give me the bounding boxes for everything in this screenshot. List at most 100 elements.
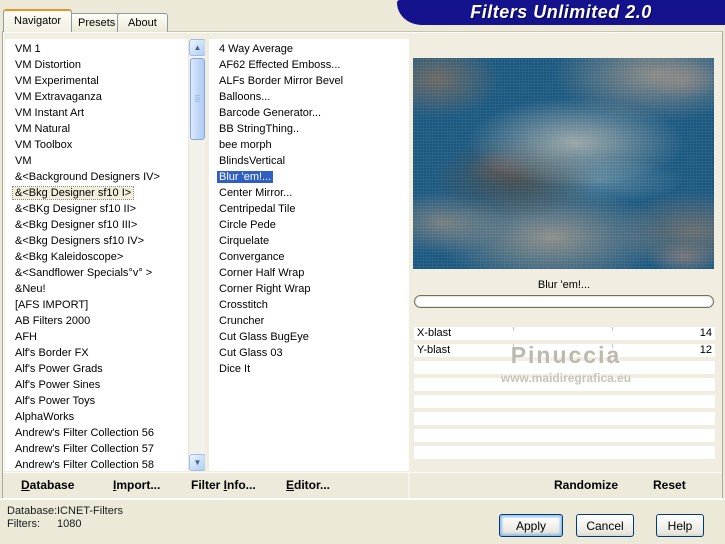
randomize-button[interactable]: Randomize xyxy=(554,478,618,492)
import-button[interactable]: Import... xyxy=(113,478,160,492)
list-item[interactable]: Cruncher xyxy=(209,313,409,329)
list-item[interactable]: Center Mirror... xyxy=(209,185,409,201)
list-item[interactable]: Andrew's Filter Collection 56 xyxy=(5,425,188,441)
category-list[interactable]: VM 1 VM Distortion VM Experimental VM Extra… xyxy=(5,39,188,471)
list-item[interactable]: Cut Glass 03 xyxy=(209,345,409,361)
list-item[interactable]: &<Bkg Designers sf10 IV> xyxy=(5,233,188,249)
tab-navigator[interactable]: Navigator xyxy=(3,9,73,32)
category-scrollbar[interactable]: ▲ ▼ xyxy=(188,39,205,471)
parameter-row[interactable] xyxy=(414,446,715,459)
parameter-list: X-blast 14 Y-blast 12 xyxy=(414,327,715,361)
parameter-row[interactable] xyxy=(414,378,715,391)
list-item[interactable]: Andrew's Filter Collection 58 xyxy=(5,457,188,471)
tab-about[interactable]: About xyxy=(117,13,168,32)
database-button[interactable]: Database xyxy=(21,478,74,492)
filter-preview-image xyxy=(413,58,714,269)
list-item[interactable]: Cirquelate xyxy=(209,233,409,249)
list-item-label: BB StringThing.. xyxy=(219,123,300,135)
filter-info-button[interactable]: Filter Info... xyxy=(191,478,256,492)
list-item[interactable]: &<Bkg Kaleidoscope> xyxy=(5,249,188,265)
list-item[interactable]: VM Instant Art xyxy=(5,105,188,121)
tab-presets-label: Presets xyxy=(78,17,116,29)
list-item[interactable]: Centripedal Tile xyxy=(209,201,409,217)
list-item[interactable]: Corner Half Wrap xyxy=(209,265,409,281)
list-item-label: Cruncher xyxy=(219,315,265,327)
parameter-row[interactable] xyxy=(414,395,715,408)
filter-list[interactable]: 4 Way Average AF62 Effected Emboss... ALFs… xyxy=(209,39,409,471)
apply-button[interactable]: Apply xyxy=(499,514,563,537)
list-item[interactable]: AF62 Effected Emboss... xyxy=(209,57,409,73)
list-item[interactable]: Andrew's Filter Collection 57 xyxy=(5,441,188,457)
list-item[interactable]: &Neu! xyxy=(5,281,188,297)
parameter-row[interactable] xyxy=(414,429,715,442)
parameter-row[interactable]: Y-blast 12 xyxy=(414,344,715,357)
list-item[interactable]: Dice It xyxy=(209,361,409,377)
list-item[interactable]: Alf's Power Sines xyxy=(5,377,188,393)
scroll-down-button[interactable]: ▼ xyxy=(189,454,205,471)
list-item[interactable]: VM Distortion xyxy=(5,57,188,73)
list-item[interactable]: Alf's Power Toys xyxy=(5,393,188,409)
list-item[interactable]: Convergance xyxy=(209,249,409,265)
list-item[interactable]: AFH xyxy=(5,329,188,345)
list-item-label: &<Bkg Kaleidoscope> xyxy=(15,251,124,263)
list-item[interactable]: VM xyxy=(5,153,188,169)
scrollbar-thumb[interactable] xyxy=(190,58,205,140)
status-bar: Database: ICNET-Filters Filters: 1080 Ap… xyxy=(0,499,725,544)
list-item[interactable]: &<Bkg Designer sf10 III> xyxy=(5,217,188,233)
list-item[interactable]: &<Sandflower Specials°v° > xyxy=(5,265,188,281)
list-item[interactable]: [AFS IMPORT] xyxy=(5,297,188,313)
list-item[interactable]: ALFs Border Mirror Bevel xyxy=(209,73,409,89)
list-item[interactable]: VM Toolbox xyxy=(5,137,188,153)
list-item[interactable]: Barcode Generator... xyxy=(209,105,409,121)
list-item[interactable]: Circle Pede xyxy=(209,217,409,233)
list-item[interactable]: bee morph xyxy=(209,137,409,153)
list-item[interactable]: Alf's Border FX xyxy=(5,345,188,361)
list-item-label: Alf's Power Sines xyxy=(15,379,101,391)
list-item[interactable]: BB StringThing.. xyxy=(209,121,409,137)
list-item[interactable]: VM 1 xyxy=(5,41,188,57)
list-item[interactable]: Blur 'em!... xyxy=(209,169,409,185)
list-item[interactable]: Cut Glass BugEye xyxy=(209,329,409,345)
cancel-button[interactable]: Cancel xyxy=(576,514,634,537)
list-item[interactable]: Corner Right Wrap xyxy=(209,281,409,297)
list-item[interactable]: &<Bkg Designer sf10 I> xyxy=(5,185,188,201)
parameter-row[interactable]: X-blast 14 xyxy=(414,327,715,340)
navigator-page: VM 1 VM Distortion VM Experimental VM Extra… xyxy=(2,31,723,498)
list-item-label: Alf's Border FX xyxy=(15,347,89,359)
list-item-label: &<Sandflower Specials°v° > xyxy=(15,267,153,279)
list-item[interactable]: 4 Way Average xyxy=(209,41,409,57)
list-item-label: &<Bkg Designer sf10 III> xyxy=(15,219,138,231)
reset-button[interactable]: Reset xyxy=(653,478,686,492)
list-item[interactable]: Alf's Power Grads xyxy=(5,361,188,377)
chevron-up-icon: ▲ xyxy=(193,43,202,52)
editor-button[interactable]: Editor... xyxy=(286,478,330,492)
list-item[interactable]: &<BKg Designer sf10 II> xyxy=(5,201,188,217)
status-filters-label: Filters: xyxy=(7,518,40,530)
list-item[interactable]: BlindsVertical xyxy=(209,153,409,169)
parameter-row[interactable] xyxy=(414,412,715,425)
parameter-value: 14 xyxy=(699,327,712,339)
list-item-label: VM Experimental xyxy=(15,75,99,87)
tab-navigator-label: Navigator xyxy=(14,15,62,27)
list-item[interactable]: &<Background Designers IV> xyxy=(5,169,188,185)
list-item[interactable]: Crosstitch xyxy=(209,297,409,313)
title-banner: Filters Unlimited 2.0 xyxy=(397,0,725,25)
list-item[interactable]: AlphaWorks xyxy=(5,409,188,425)
parameter-row[interactable] xyxy=(414,361,715,374)
list-item-label: Alf's Power Toys xyxy=(15,395,96,407)
list-item[interactable]: VM Experimental xyxy=(5,73,188,89)
status-filters-value: 1080 xyxy=(57,518,82,530)
app-title: Filters Unlimited 2.0 xyxy=(470,2,652,22)
list-item-label: &<Bkg Designers sf10 IV> xyxy=(15,235,145,247)
list-item[interactable]: AB Filters 2000 xyxy=(5,313,188,329)
list-item-label: &<Background Designers IV> xyxy=(15,171,160,183)
list-item[interactable]: VM Extravaganza xyxy=(5,89,188,105)
list-item[interactable]: Balloons... xyxy=(209,89,409,105)
dialog-buttons: Apply Cancel Help xyxy=(499,514,704,537)
scroll-up-button[interactable]: ▲ xyxy=(189,39,205,56)
list-item-label: bee morph xyxy=(219,139,272,151)
list-item-label: VM Distortion xyxy=(15,59,82,71)
list-item[interactable]: VM Natural xyxy=(5,121,188,137)
parameter-value: 12 xyxy=(699,344,712,356)
help-button[interactable]: Help xyxy=(656,514,704,537)
